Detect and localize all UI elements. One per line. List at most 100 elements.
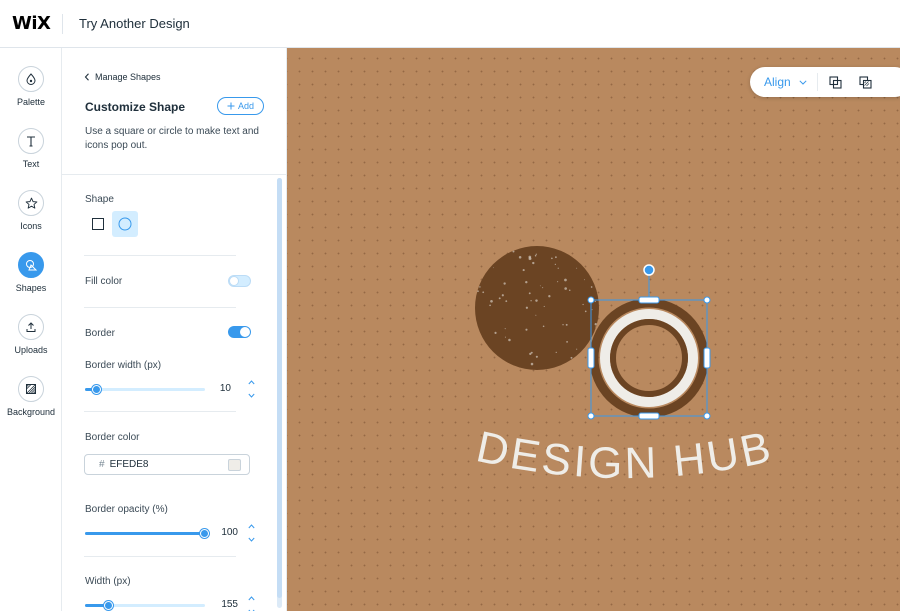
border-label: Border xyxy=(85,328,116,339)
logo-inner-ring xyxy=(610,319,688,397)
shape-square-button[interactable] xyxy=(85,211,111,237)
top-divider xyxy=(62,13,63,34)
shape-label: Shape xyxy=(85,194,114,205)
slider-handle[interactable] xyxy=(104,601,113,610)
width-stepper[interactable] xyxy=(246,596,256,611)
rail-item-uploads[interactable]: Uploads xyxy=(0,314,62,355)
border-opacity-stepper[interactable] xyxy=(246,524,256,542)
divider xyxy=(84,307,236,308)
rail-item-palette[interactable]: Palette xyxy=(0,66,62,107)
left-rail: Palette Text Icons Shapes Uploads Backgr… xyxy=(0,48,62,611)
chevron-down-icon[interactable] xyxy=(247,393,255,398)
logo-artwork: DESIGN HUB xyxy=(472,246,777,488)
speckle xyxy=(518,255,522,259)
speckle xyxy=(528,255,532,259)
design-canvas[interactable]: Align DESIGN HUB xyxy=(287,48,900,611)
rail-item-background[interactable]: Background xyxy=(0,376,62,417)
add-button[interactable]: Add xyxy=(217,97,264,115)
toggle-knob xyxy=(240,327,250,337)
rotate-handle[interactable] xyxy=(643,264,655,276)
speckle xyxy=(501,294,504,297)
speckle xyxy=(590,286,593,288)
width-value[interactable]: 155 xyxy=(208,599,238,610)
chevron-up-icon[interactable] xyxy=(247,524,255,529)
speckle xyxy=(555,351,557,353)
slider-fill xyxy=(85,532,205,535)
resize-handle[interactable] xyxy=(703,347,711,369)
speckle xyxy=(566,340,568,343)
speckle xyxy=(564,278,567,282)
page-title: Try Another Design xyxy=(79,16,190,31)
resize-handle[interactable] xyxy=(638,412,660,420)
divider xyxy=(84,411,236,412)
rail-label-background: Background xyxy=(6,407,56,417)
toggle-knob xyxy=(229,276,239,286)
resize-handle[interactable] xyxy=(703,412,711,420)
resize-handle[interactable] xyxy=(587,412,595,420)
speckle xyxy=(505,300,508,303)
speckle xyxy=(498,297,501,300)
fill-color-label: Fill color xyxy=(85,276,123,287)
border-width-slider[interactable] xyxy=(85,385,205,394)
rail-item-shapes[interactable]: Shapes xyxy=(0,252,62,293)
color-swatch[interactable] xyxy=(228,459,241,471)
width-slider[interactable] xyxy=(85,601,205,610)
panel-scrollbar[interactable] xyxy=(277,178,282,608)
star-icon xyxy=(18,190,44,216)
shape-circle-button[interactable] xyxy=(112,211,138,237)
speckle xyxy=(570,356,573,359)
rail-label-palette: Palette xyxy=(16,97,46,107)
chevron-up-icon[interactable] xyxy=(247,380,255,385)
speckle xyxy=(554,256,557,259)
resize-handle[interactable] xyxy=(638,296,660,304)
slider-handle[interactable] xyxy=(92,385,101,394)
speckle xyxy=(489,304,491,307)
scrollbar-thumb[interactable] xyxy=(277,178,282,598)
speckle xyxy=(535,299,538,302)
speckle xyxy=(530,362,534,366)
rail-item-icons[interactable]: Icons xyxy=(0,190,62,231)
logo-light-ring[interactable] xyxy=(600,309,698,407)
resize-handle[interactable] xyxy=(703,296,711,304)
back-link[interactable]: Manage Shapes xyxy=(84,72,161,82)
rail-label-uploads: Uploads xyxy=(14,345,48,355)
border-opacity-slider[interactable] xyxy=(85,529,209,538)
speckle xyxy=(490,299,493,303)
speckle xyxy=(542,325,545,328)
resize-handle[interactable] xyxy=(587,347,595,369)
speckle xyxy=(565,323,568,326)
fill-color-toggle[interactable] xyxy=(228,275,251,287)
border-width-stepper[interactable] xyxy=(246,380,256,398)
chevron-down-icon[interactable] xyxy=(247,537,255,542)
speckle xyxy=(557,281,559,283)
border-width-value[interactable]: 10 xyxy=(201,383,231,394)
border-toggle[interactable] xyxy=(228,326,251,338)
chevron-up-icon[interactable] xyxy=(247,596,255,601)
speckle xyxy=(594,300,596,303)
speckle xyxy=(479,286,481,288)
wix-logo[interactable]: WiX xyxy=(0,13,62,34)
rail-label-shapes: Shapes xyxy=(15,283,47,293)
border-opacity-value[interactable]: 100 xyxy=(208,527,238,538)
speckle xyxy=(503,282,506,285)
border-width-label: Border width (px) xyxy=(85,360,162,371)
speckle xyxy=(486,255,488,257)
shapes-icon xyxy=(18,252,44,278)
speckle xyxy=(530,300,532,302)
speckle xyxy=(482,291,485,294)
logo-dark-circle[interactable] xyxy=(475,246,599,370)
divider xyxy=(84,556,236,557)
speckle xyxy=(485,358,488,360)
palette-drop-icon xyxy=(18,66,44,92)
logo-text[interactable]: DESIGN HUB xyxy=(472,422,777,488)
speckle xyxy=(595,326,597,328)
speckle xyxy=(568,289,571,291)
speckle xyxy=(576,348,578,350)
border-color-input[interactable]: # EFEDE8 xyxy=(84,454,250,475)
speckle xyxy=(512,250,515,253)
speckle xyxy=(548,295,551,298)
resize-handle[interactable] xyxy=(587,296,595,304)
rail-item-text[interactable]: Text xyxy=(0,128,62,169)
chevron-left-icon xyxy=(84,73,89,81)
speckle xyxy=(554,263,556,265)
